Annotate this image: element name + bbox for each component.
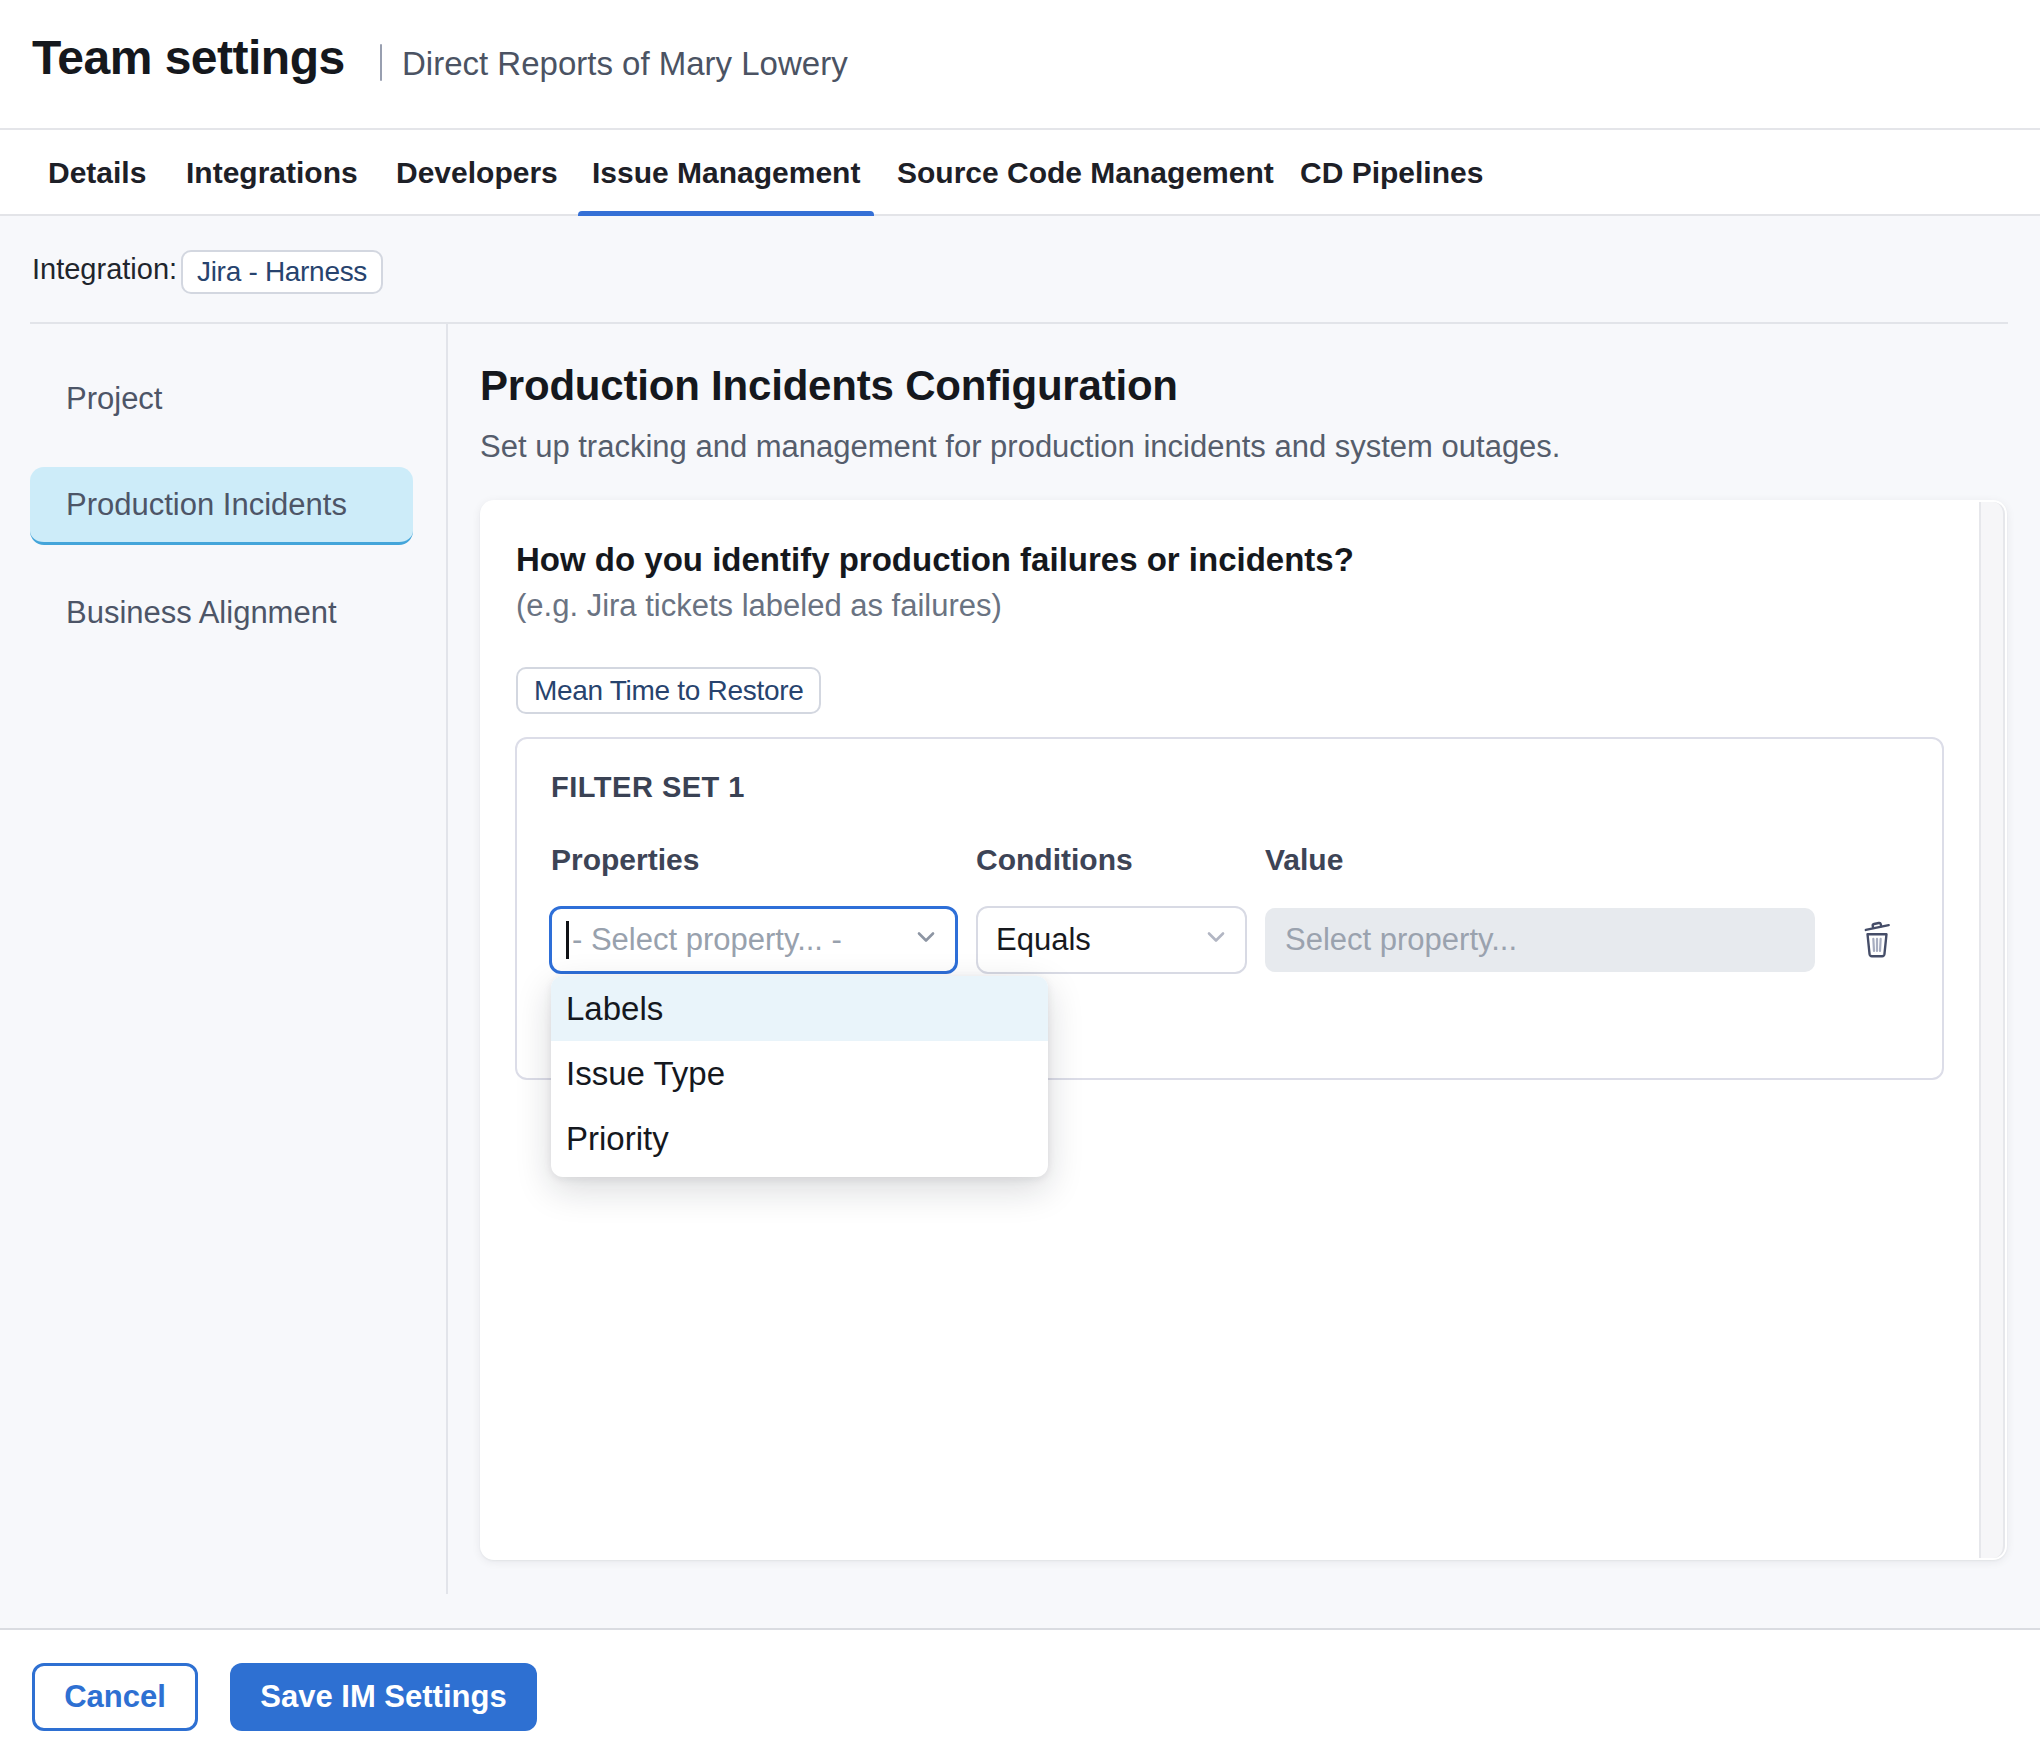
save-im-settings-button[interactable]: Save IM Settings (230, 1663, 537, 1731)
integration-label: Integration: (32, 253, 177, 286)
page-footer: Cancel Save IM Settings (0, 1628, 2040, 1750)
dropdown-option-labels[interactable]: Labels (551, 976, 1048, 1041)
integration-chip[interactable]: Jira - Harness (181, 250, 383, 294)
section-subtitle: Set up tracking and management for produ… (480, 429, 1560, 465)
sidebar-item-production-incidents[interactable]: Production Incidents (30, 467, 413, 545)
tab-integrations[interactable]: Integrations (172, 130, 372, 216)
value-input-placeholder: Select property... (1285, 922, 1517, 958)
value-column-label: Value (1265, 843, 1343, 877)
chevron-down-icon (1205, 926, 1227, 948)
card-scrollbar[interactable] (1979, 502, 2005, 1558)
tab-issue-management[interactable]: Issue Management (578, 130, 874, 216)
chevron-down-icon (915, 926, 937, 948)
content-top-divider (30, 322, 2008, 324)
property-dropdown-menu: Labels Issue Type Priority (551, 976, 1048, 1177)
settings-tabbar: Details Integrations Developers Issue Ma… (0, 128, 2040, 216)
cancel-button[interactable]: Cancel (32, 1663, 198, 1731)
tab-details[interactable]: Details (34, 130, 160, 216)
sidebar-item-business-alignment[interactable]: Business Alignment (30, 574, 413, 652)
property-select[interactable]: - Select property... - (549, 906, 958, 974)
title-divider (380, 44, 382, 81)
settings-sidebar: Project Production Incidents Business Al… (30, 360, 413, 681)
condition-select[interactable]: Equals (976, 906, 1247, 974)
filter-set-title: FILTER SET 1 (551, 771, 745, 804)
page-header: Team settings Direct Reports of Mary Low… (0, 0, 2040, 128)
page-title: Team settings (32, 30, 345, 85)
text-cursor (566, 921, 569, 959)
dropdown-option-issue-type[interactable]: Issue Type (551, 1041, 1048, 1106)
page-subtitle: Direct Reports of Mary Lowery (402, 45, 848, 83)
trash-icon (1858, 917, 1896, 962)
tab-developers[interactable]: Developers (382, 130, 572, 216)
dropdown-option-priority[interactable]: Priority (551, 1106, 1048, 1171)
condition-select-value: Equals (996, 922, 1091, 958)
sidebar-divider (446, 324, 448, 1594)
delete-filter-button[interactable] (1849, 911, 1905, 967)
tab-cd-pipelines[interactable]: CD Pipelines (1286, 130, 1497, 216)
value-input[interactable]: Select property... (1265, 908, 1815, 972)
sidebar-item-project[interactable]: Project (30, 360, 413, 438)
conditions-column-label: Conditions (976, 843, 1133, 877)
card-hint: (e.g. Jira tickets labeled as failures) (516, 588, 1002, 624)
card-question: How do you identify production failures … (516, 541, 1354, 579)
property-select-placeholder: - Select property... - (572, 922, 842, 958)
properties-column-label: Properties (551, 843, 699, 877)
tab-source-code-management[interactable]: Source Code Management (883, 130, 1288, 216)
mean-time-to-restore-chip[interactable]: Mean Time to Restore (516, 667, 821, 714)
section-title: Production Incidents Configuration (480, 362, 1178, 410)
